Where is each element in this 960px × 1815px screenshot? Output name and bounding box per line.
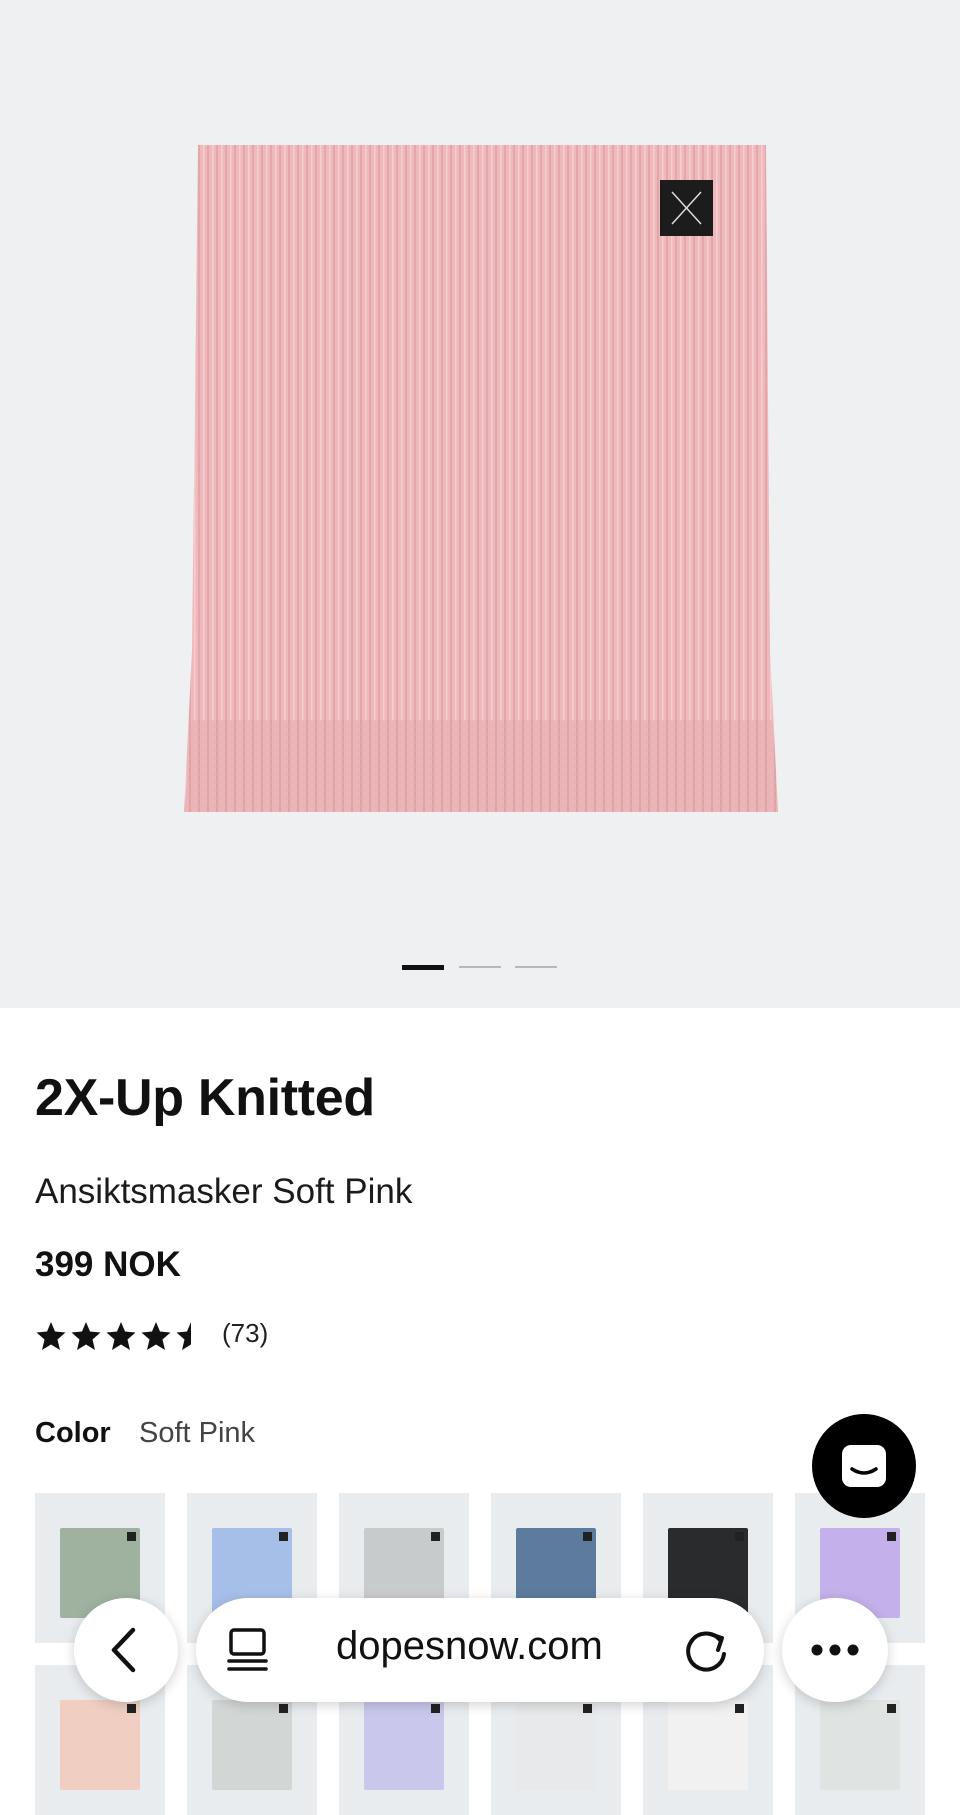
gallery-dot-2[interactable]	[459, 966, 501, 968]
more-horizontal-icon	[811, 1644, 859, 1656]
chat-button[interactable]	[812, 1414, 916, 1518]
product-image	[184, 145, 778, 812]
more-options-button[interactable]	[782, 1598, 888, 1702]
product-image-gallery[interactable]	[0, 0, 960, 1008]
gallery-dot-3[interactable]	[515, 966, 557, 968]
gallery-dot-1[interactable]	[402, 965, 444, 970]
product-price: 399 NOK	[35, 1245, 181, 1284]
gallery-pagination[interactable]	[0, 965, 960, 974]
selected-color: Soft Pink	[139, 1417, 256, 1449]
url-text[interactable]: dopesnow.com	[336, 1624, 603, 1669]
chevron-left-icon	[111, 1627, 136, 1673]
color-label: Color	[35, 1417, 111, 1449]
chat-icon	[842, 1445, 886, 1487]
reload-icon[interactable]	[666, 1598, 746, 1702]
tabs-icon	[227, 1628, 268, 1671]
product-subtitle: Ansiktsmasker Soft Pink	[35, 1172, 413, 1211]
browser-toolbar: dopesnow.com	[0, 1594, 960, 1704]
rating-stars-icon	[36, 1322, 191, 1350]
review-count[interactable]: (73)	[222, 1318, 268, 1349]
product-title: 2X-Up Knitted	[35, 1069, 375, 1127]
back-button[interactable]	[74, 1598, 178, 1702]
address-bar[interactable]: dopesnow.com	[196, 1598, 764, 1702]
